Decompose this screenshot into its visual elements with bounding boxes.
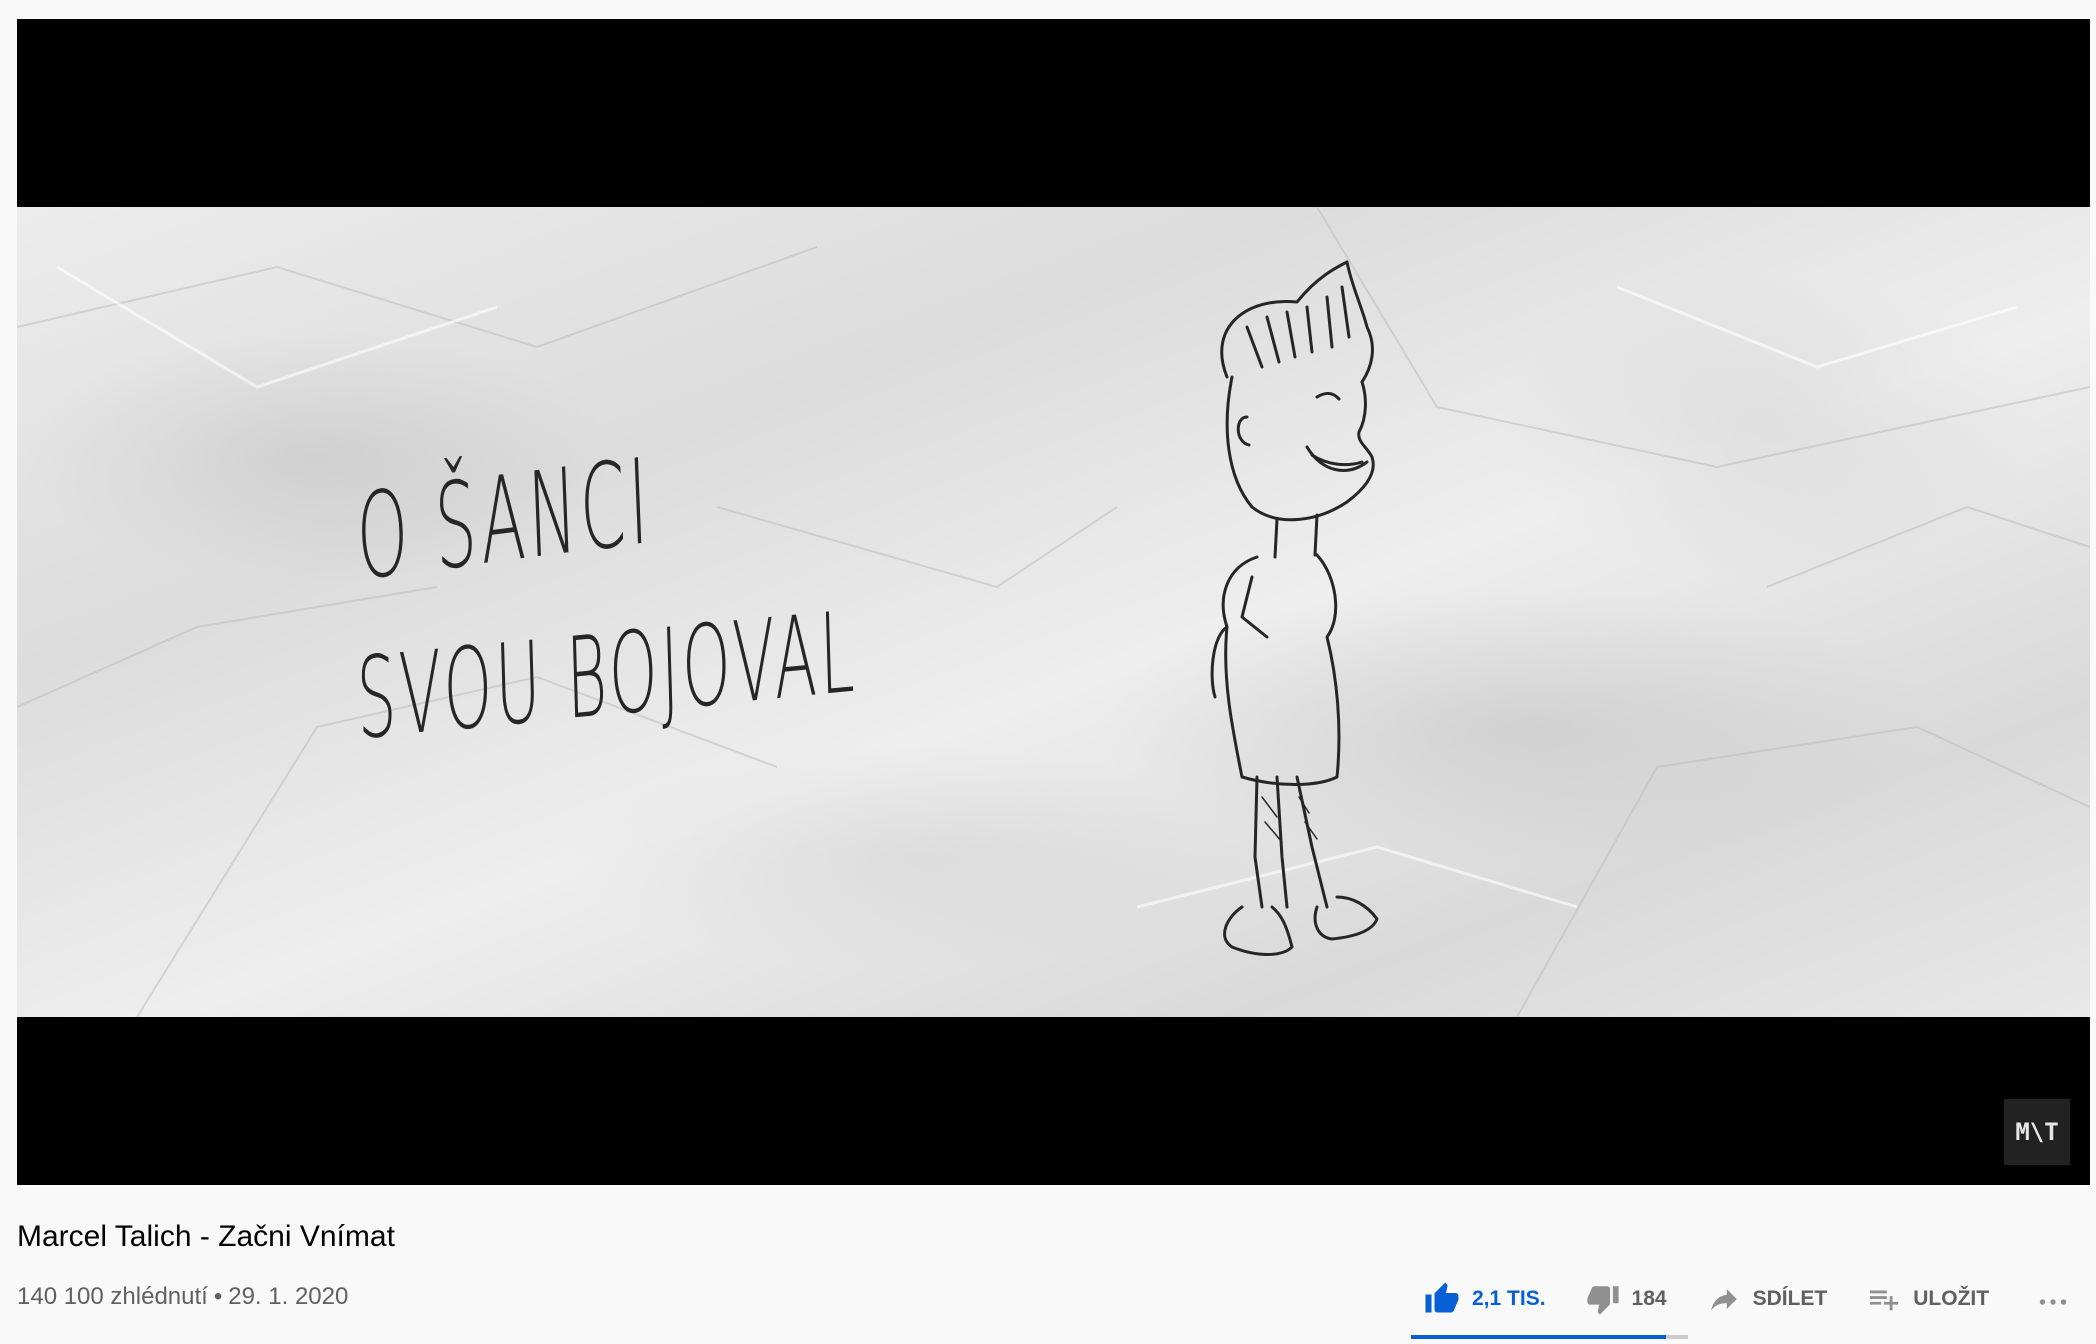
paper-texture — [17, 207, 2090, 1017]
video-actions: 2,1 TIS. 184 SDÍLET ULOŽIT — [1420, 1276, 2073, 1322]
share-button[interactable]: SDÍLET — [1707, 1276, 1828, 1322]
channel-watermark[interactable]: M\T — [2004, 1099, 2070, 1165]
more-actions-button[interactable] — [2033, 1276, 2073, 1322]
thumbs-up-icon — [1424, 1281, 1460, 1317]
video-player[interactable]: O ŠANCI SVOU BOJOVAL M\T — [17, 19, 2090, 1185]
dislike-count: 184 — [1631, 1287, 1667, 1310]
share-arrow-icon — [1707, 1282, 1741, 1316]
thumbs-down-icon — [1586, 1282, 1620, 1316]
video-frame[interactable]: O ŠANCI SVOU BOJOVAL — [17, 207, 2090, 1017]
like-count: 2,1 TIS. — [1472, 1287, 1546, 1310]
view-count: 140 100 zhlédnutí — [17, 1283, 208, 1310]
upload-date: 29. 1. 2020 — [228, 1283, 349, 1310]
more-horizontal-icon — [2035, 1281, 2071, 1317]
watch-page: O ŠANCI SVOU BOJOVAL M\T Marcel Talich -… — [0, 0, 2096, 1344]
share-label: SDÍLET — [1752, 1287, 1828, 1310]
video-meta: 140 100 zhlédnutí • 29. 1. 2020 — [17, 1283, 348, 1311]
meta-separator: • — [213, 1283, 223, 1310]
like-button[interactable]: 2,1 TIS. — [1420, 1276, 1546, 1322]
sentiment-bar — [1411, 1335, 1688, 1339]
save-label: ULOŽIT — [1913, 1287, 1990, 1310]
dislike-button[interactable]: 184 — [1586, 1276, 1667, 1322]
save-button[interactable]: ULOŽIT — [1867, 1276, 1989, 1322]
video-title: Marcel Talich - Začni Vnímat — [17, 1220, 395, 1253]
sketched-character-illustration — [1210, 260, 1379, 956]
playlist-add-icon — [1867, 1282, 1901, 1316]
sentiment-bar-likes — [1411, 1335, 1666, 1339]
